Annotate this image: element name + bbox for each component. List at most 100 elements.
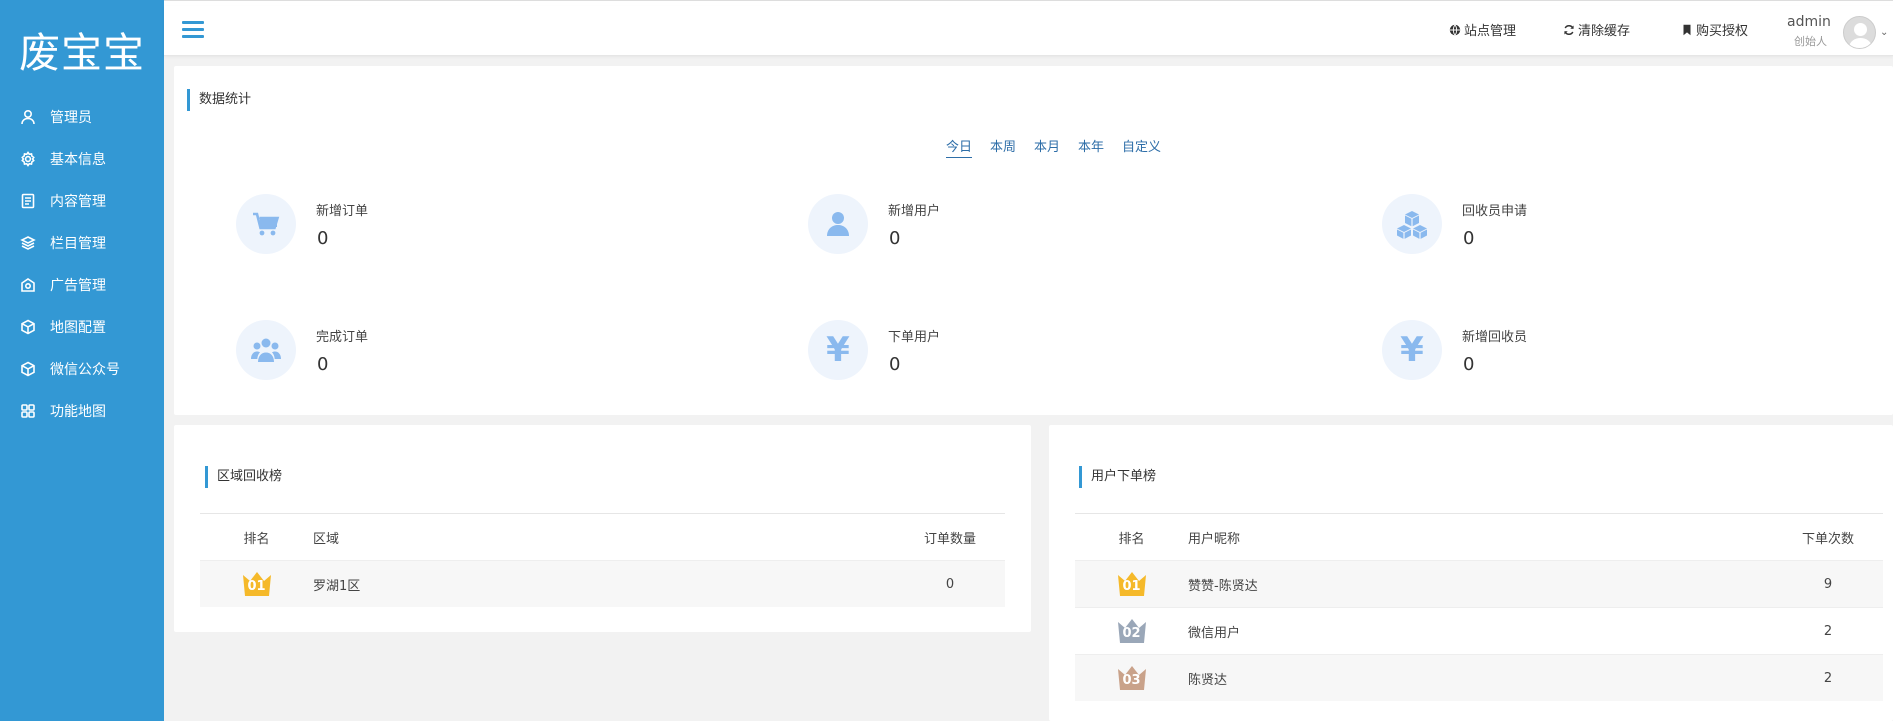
sidebar-item-wechat[interactable]: 微信公众号 [0,348,164,390]
header-rank: 排名 [1118,531,1145,547]
header-nickname: 用户昵称 [1188,531,1241,547]
gold-crown-icon: 01 [242,571,272,597]
user-rank-panel: 用户下单榜 排名 用户昵称 下单次数 01 赞赞-陈贤达 9 02 微信用户 2… [1049,425,1893,721]
sidebar-item-ads[interactable]: 广告管理 [0,264,164,306]
stat-new-users: 新增用户 0 [808,194,1108,254]
stats-panel: 数据统计 今日 本周 本月 本年 自定义 新增订单 0 新增用户 0 回收员申请… [174,66,1893,415]
sidebar-item-label: 管理员 [50,110,92,126]
header-region: 区域 [313,531,340,547]
user-nickname: 陈贤达 [1188,672,1228,688]
order-count: 0 [945,576,955,592]
table-row: 01 罗湖1区 0 [200,560,1005,607]
silver-crown-icon: 02 [1117,618,1147,644]
rank-number: 01 [247,579,266,594]
gear-icon [20,151,36,167]
stat-value: 0 [317,228,329,249]
tab-custom[interactable]: 自定义 [1122,136,1161,158]
region-rank-title: 区域回收榜 [205,466,282,488]
user-rank-title: 用户下单榜 [1079,466,1156,488]
grid-icon [20,403,36,419]
user-nickname: 赞赞-陈贤达 [1188,578,1258,594]
stat-value: 0 [889,354,901,375]
stat-completed-orders: 完成订单 0 [236,320,536,380]
stat-label: 新增订单 [316,204,369,219]
rank-number: 02 [1122,626,1141,641]
header-order-times: 下单次数 [1801,531,1854,547]
region-name: 罗湖1区 [313,578,361,594]
region-rank-panel: 区域回收榜 排名 区域 订单数量 01 罗湖1区 0 [174,425,1031,632]
tab-year[interactable]: 本年 [1078,136,1104,158]
table-header: 排名 用户昵称 下单次数 [1075,513,1883,560]
sidebar-item-basic-info[interactable]: 基本信息 [0,138,164,180]
stat-value: 0 [889,228,901,249]
table-header: 排名 区域 订单数量 [200,513,1005,560]
yen-icon: ¥ [1382,320,1442,380]
layers-icon [20,235,36,251]
order-times: 2 [1823,623,1833,639]
bookmark-icon [1683,24,1691,35]
menu-toggle-icon[interactable] [182,21,204,41]
sidebar: 废宝宝 管理员 基本信息 内容管理 栏目管理 广告管理 地图配置 微信公众号 功… [0,0,164,721]
rank-number: 03 [1122,673,1141,688]
region-rank-table: 排名 区域 订单数量 01 罗湖1区 0 [200,513,1005,607]
sidebar-item-admin[interactable]: 管理员 [0,96,164,138]
bronze-crown-icon: 03 [1117,665,1147,691]
cart-icon [236,194,296,254]
table-row: 01 赞赞-陈贤达 9 [1075,560,1883,607]
clear-cache-link[interactable]: 清除缓存 [1563,20,1630,39]
cube-icon [20,319,36,335]
yen-icon: ¥ [808,320,868,380]
stats-title: 数据统计 [187,89,251,111]
top-header: 站点管理 清除缓存 购买授权 admin 创始人 ⌄ [164,6,1893,56]
sidebar-item-label: 功能地图 [50,404,106,420]
user-name[interactable]: admin [1787,14,1831,30]
chevron-down-icon[interactable]: ⌄ [1880,27,1888,38]
order-times: 9 [1823,576,1833,592]
tab-today[interactable]: 今日 [945,136,972,158]
ad-icon [20,277,36,293]
header-order-count: 订单数量 [923,531,976,547]
stat-value: 0 [1463,354,1475,375]
user-nickname: 微信用户 [1188,625,1241,641]
sidebar-item-columns[interactable]: 栏目管理 [0,222,164,264]
avatar[interactable] [1843,16,1876,49]
tab-week[interactable]: 本周 [990,136,1016,158]
sidebar-item-label: 栏目管理 [50,236,106,252]
sidebar-item-label: 内容管理 [50,194,106,210]
stat-label: 回收员申请 [1462,204,1528,219]
rank-cell: 03 [1075,665,1188,691]
avatar-person-icon [1848,23,1873,48]
user-role: 创始人 [1794,35,1827,48]
app-logo[interactable]: 废宝宝 [0,0,164,96]
person-icon [808,194,868,254]
stat-collector-applications: 回收员申请 0 [1382,194,1682,254]
globe-icon [1449,24,1461,35]
stat-value: 0 [1463,228,1475,249]
cube-icon [20,361,36,377]
document-icon [20,193,36,209]
rank-number: 01 [1122,579,1141,594]
sidebar-item-content[interactable]: 内容管理 [0,180,164,222]
site-manage-link[interactable]: 站点管理 [1449,20,1516,39]
rank-cell: 01 [200,571,313,597]
group-icon [236,320,296,380]
sidebar-item-label: 基本信息 [50,152,106,168]
rank-cell: 02 [1075,618,1188,644]
stat-label: 新增用户 [888,204,941,219]
user-rank-table: 排名 用户昵称 下单次数 01 赞赞-陈贤达 9 02 微信用户 2 03 陈贤… [1075,513,1883,701]
tab-month[interactable]: 本月 [1034,136,1060,158]
stat-ordering-users: ¥ 下单用户 0 [808,320,1108,380]
stat-new-collectors: ¥ 新增回收员 0 [1382,320,1682,380]
rank-cell: 01 [1075,571,1188,597]
header-rank: 排名 [243,531,270,547]
clear-cache-label: 清除缓存 [1578,24,1631,39]
stat-label: 下单用户 [888,330,941,345]
table-row: 02 微信用户 2 [1075,607,1883,654]
refresh-icon [1564,24,1574,35]
buy-license-link[interactable]: 购买授权 [1681,20,1748,39]
table-row: 03 陈贤达 2 [1075,654,1883,701]
sidebar-item-feature-map[interactable]: 功能地图 [0,390,164,432]
sidebar-item-map-config[interactable]: 地图配置 [0,306,164,348]
buy-license-label: 购买授权 [1696,24,1749,39]
sidebar-item-label: 地图配置 [50,320,106,336]
